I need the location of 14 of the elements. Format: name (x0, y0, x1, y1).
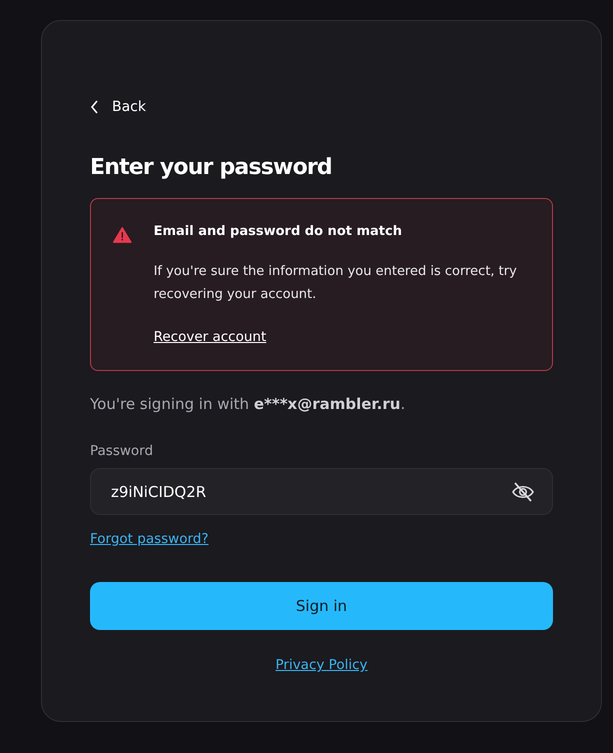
signing-in-text: You're signing in with e***x@rambler.ru. (90, 395, 406, 413)
password-field[interactable]: z9iNiCIDQ2R (90, 468, 553, 515)
page-title: Enter your password (90, 155, 333, 180)
sign-in-button[interactable]: Sign in (90, 582, 553, 630)
privacy-policy-link[interactable]: Privacy Policy (275, 657, 368, 673)
password-label: Password (90, 443, 154, 459)
error-message: If you're sure the information you entered is correct, try recovering your account. (154, 263, 518, 304)
warning-icon (113, 224, 132, 246)
back-button[interactable]: Back (90, 99, 146, 115)
error-title: Email and password do not match (154, 224, 403, 239)
forgot-password-link[interactable]: Forgot password? (90, 531, 209, 547)
recover-account-link[interactable]: Recover account (154, 329, 266, 345)
chevron-left-icon (90, 100, 100, 114)
eye-slash-icon[interactable] (511, 481, 535, 503)
